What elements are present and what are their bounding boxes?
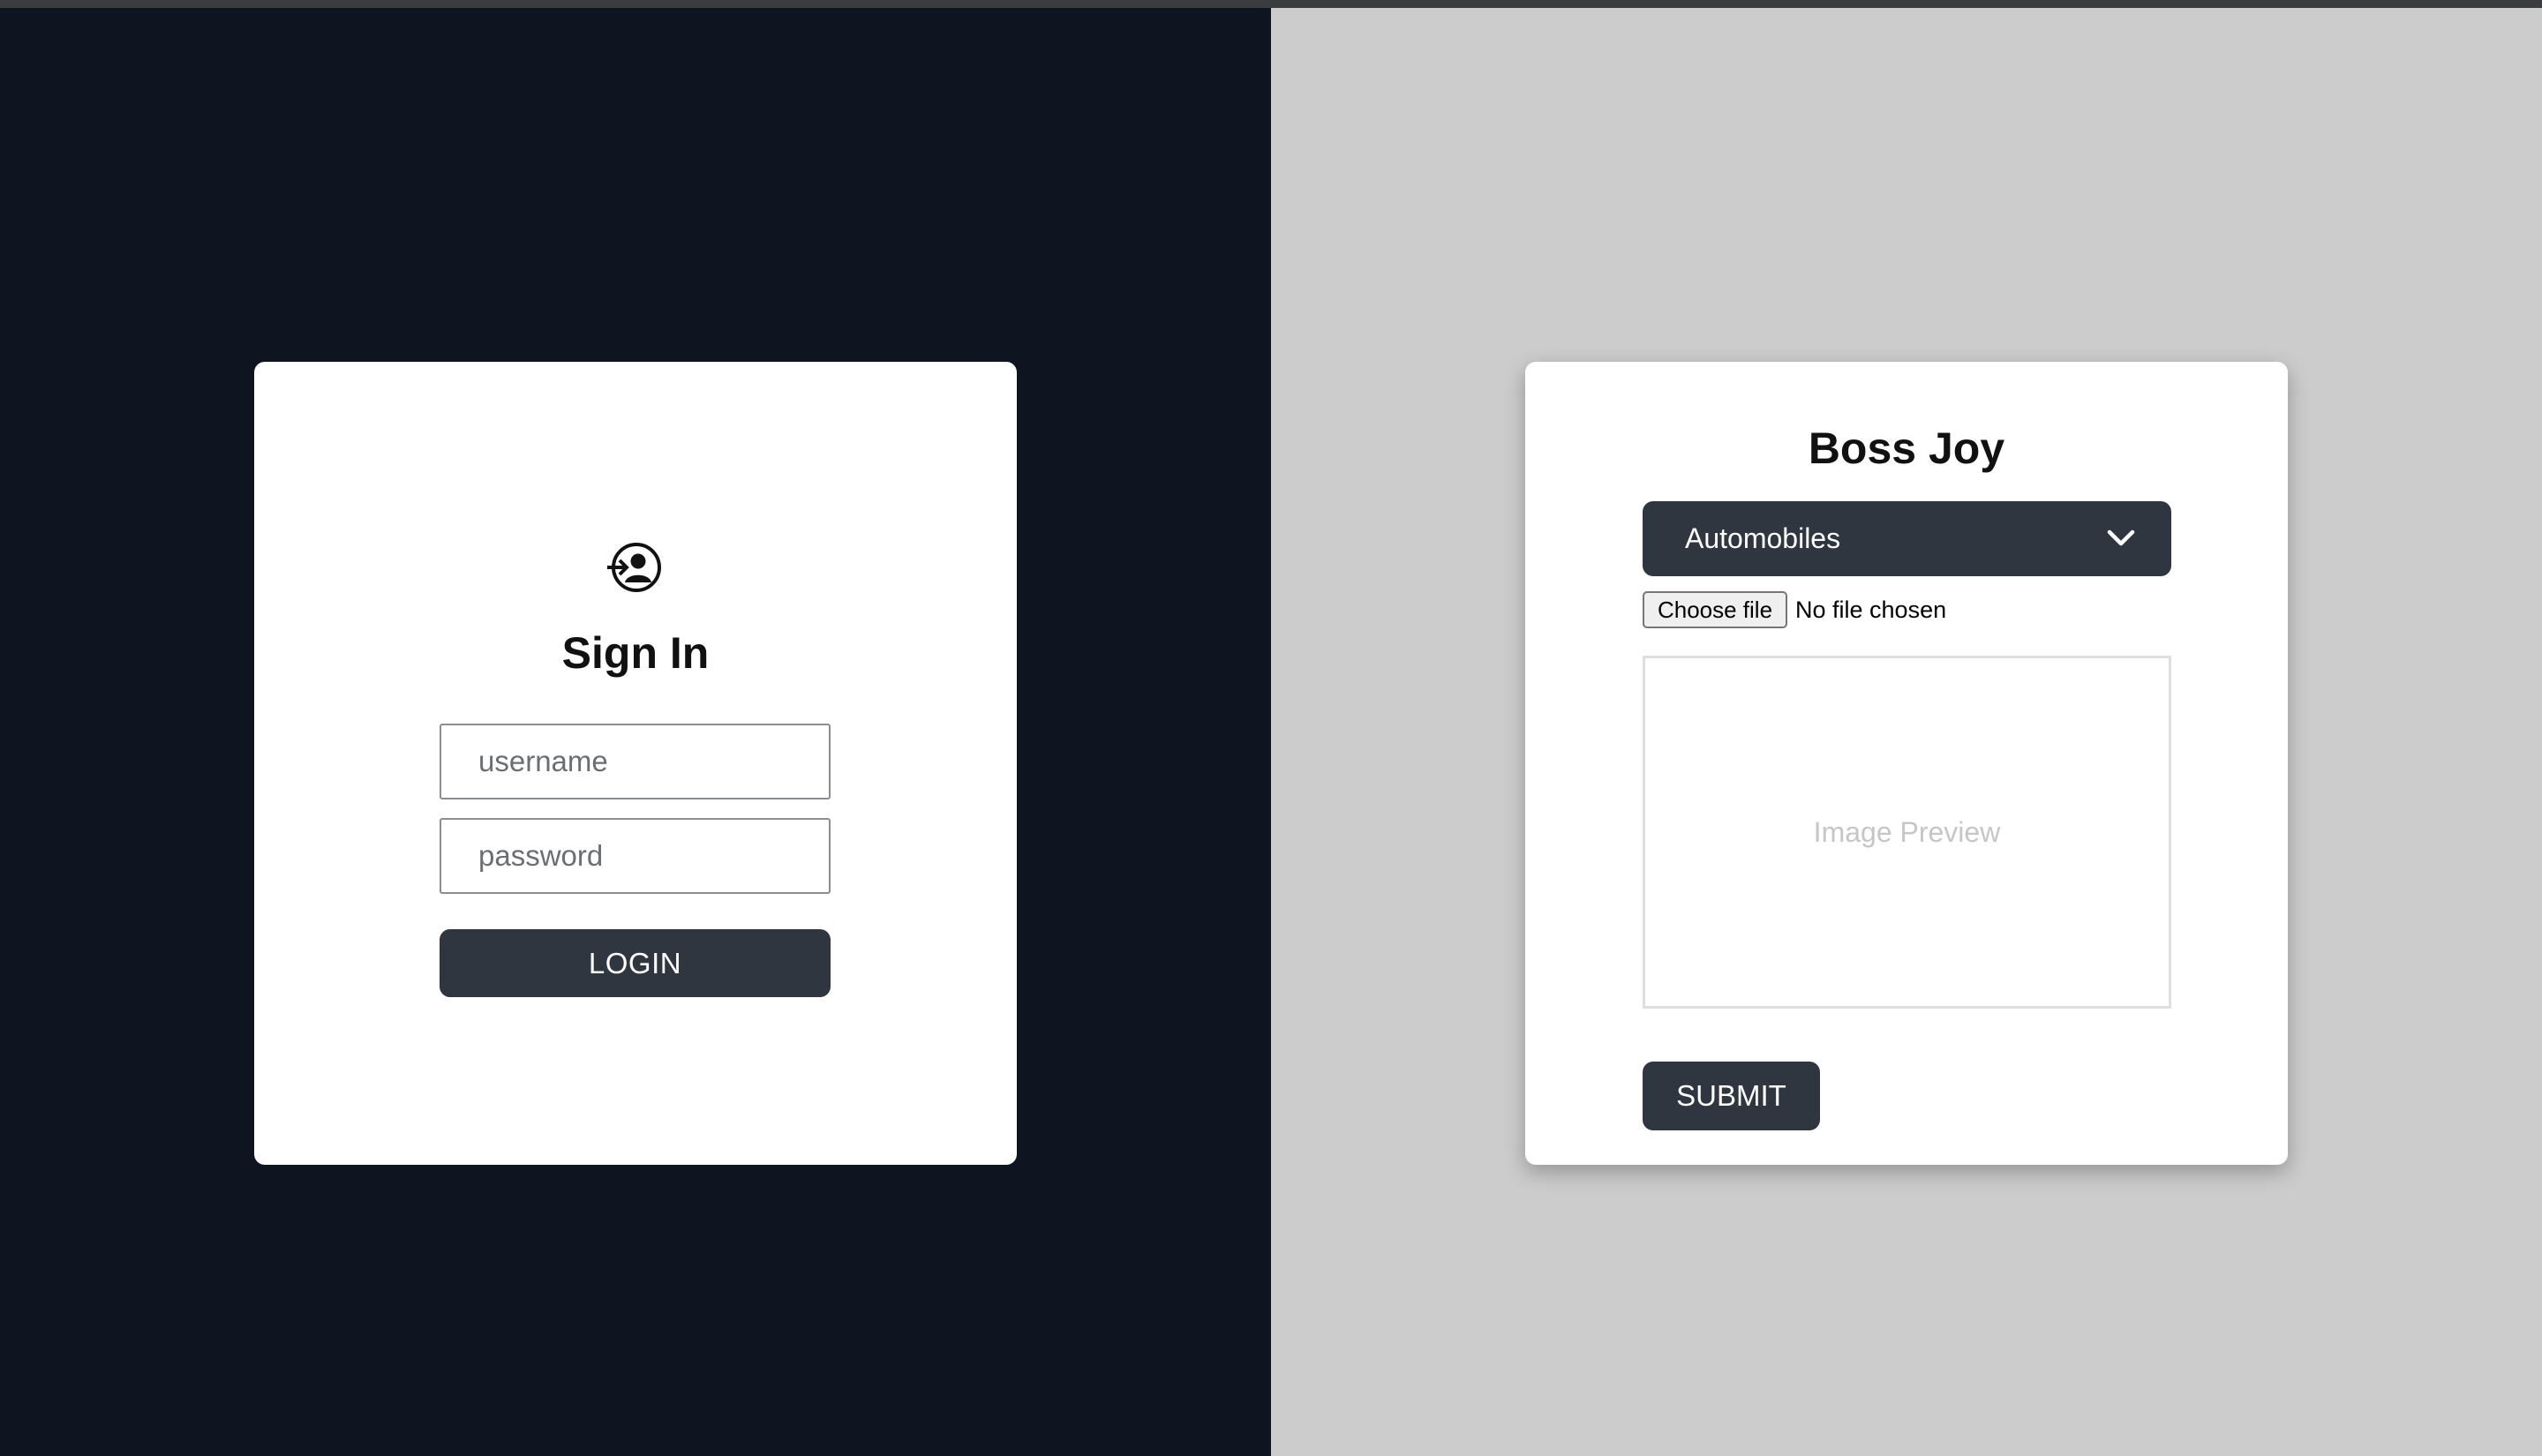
category-select[interactable]: Automobiles: [1643, 501, 2171, 576]
browser-top-bar: [0, 0, 2542, 8]
password-input[interactable]: [440, 818, 831, 894]
submit-button[interactable]: SUBMIT: [1643, 1062, 1820, 1130]
chevron-down-icon: [2107, 529, 2135, 546]
image-preview: Image Preview: [1643, 656, 2171, 1009]
username-input[interactable]: [440, 724, 831, 799]
upload-card: Boss Joy Automobiles Choose file No file…: [1525, 362, 2288, 1165]
choose-file-button[interactable]: Choose file: [1643, 591, 1787, 628]
file-status-text: No file chosen: [1795, 597, 1947, 623]
upload-title: Boss Joy: [1808, 424, 2005, 473]
signin-card: Sign In LOGIN: [254, 362, 1017, 1165]
image-preview-placeholder: Image Preview: [1813, 815, 2001, 848]
signin-title: Sign In: [561, 628, 710, 678]
login-button[interactable]: LOGIN: [440, 929, 831, 997]
category-select-value: Automobiles: [1685, 522, 1841, 554]
login-user-icon: [607, 543, 661, 592]
